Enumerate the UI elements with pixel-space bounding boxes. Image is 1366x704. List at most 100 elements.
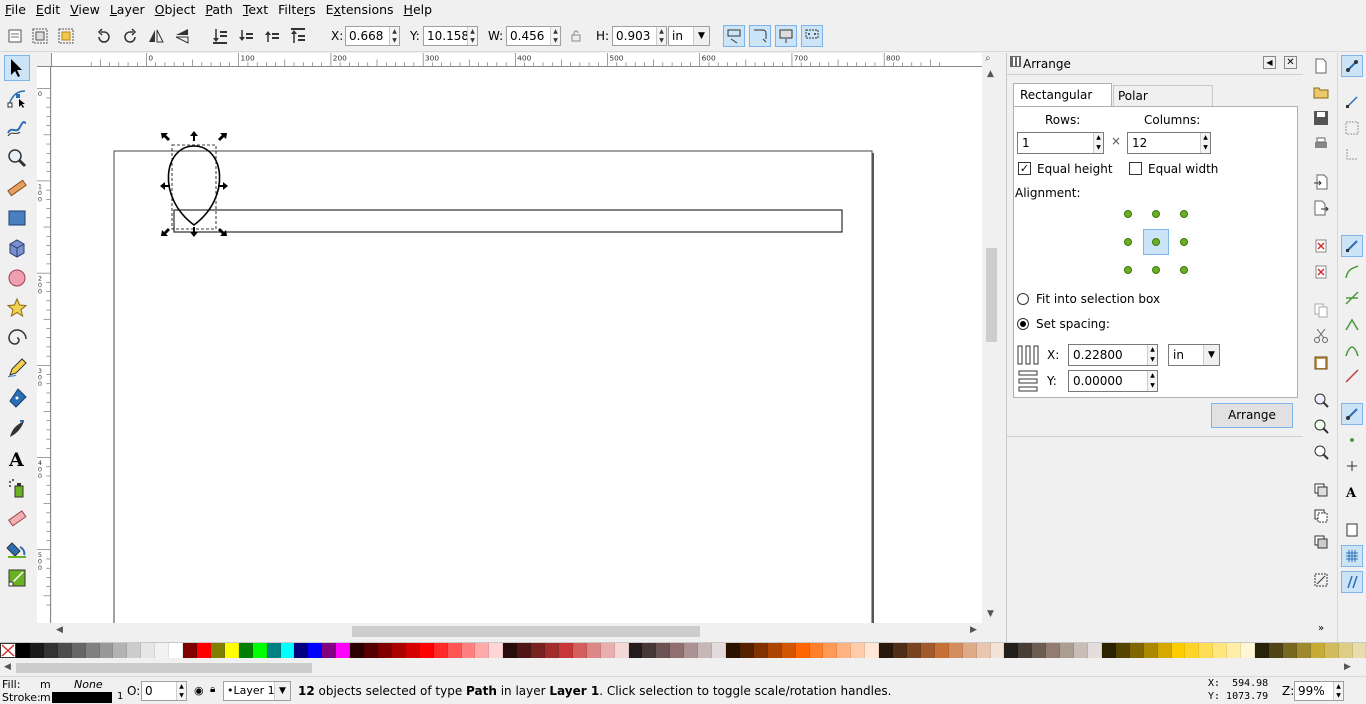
palette-swatch[interactable] (1032, 643, 1046, 658)
spiral-tool-icon[interactable] (4, 325, 30, 351)
palette-swatch[interactable] (225, 643, 239, 658)
palette-swatch[interactable] (726, 643, 740, 658)
spacing-unit-select[interactable]: in▼ (1168, 344, 1220, 366)
snap-bbox-edge-icon[interactable] (1341, 117, 1363, 139)
palette-swatch[interactable] (573, 643, 587, 658)
align-top-right[interactable] (1180, 210, 1188, 218)
palette-swatch[interactable] (448, 643, 462, 658)
palette-swatch[interactable] (1046, 643, 1060, 658)
rotate-ccw-icon[interactable] (93, 25, 115, 47)
zoom-tool-icon[interactable] (4, 145, 30, 171)
palette-swatch[interactable] (935, 643, 949, 658)
star-tool-icon[interactable] (4, 295, 30, 321)
eraser-tool-icon[interactable] (4, 505, 30, 531)
layer-select[interactable]: •Layer 1▼ (223, 681, 291, 701)
snap-intersection-icon[interactable] (1341, 287, 1363, 309)
palette-swatch[interactable] (16, 643, 30, 658)
palette-swatch[interactable] (629, 643, 643, 658)
palette-swatch[interactable] (364, 643, 378, 658)
palette-swatch[interactable] (531, 643, 545, 658)
palette-swatch[interactable] (1353, 643, 1366, 658)
spray-tool-icon[interactable] (4, 475, 30, 501)
palette-swatch[interactable] (44, 643, 58, 658)
pen-tool-icon[interactable] (4, 385, 30, 411)
palette-swatch[interactable] (392, 643, 406, 658)
palette-swatch[interactable] (1269, 643, 1283, 658)
palette-swatch[interactable] (1102, 643, 1116, 658)
horizontal-scroll-thumb[interactable] (352, 626, 700, 637)
tab-rectangular-grid[interactable]: Rectangular grid (1013, 83, 1112, 107)
palette-swatch[interactable] (949, 643, 963, 658)
collapse-dialog-icon[interactable]: ◀ (1263, 56, 1276, 69)
zoom-corner-icon[interactable]: ⌕ (985, 53, 991, 64)
canvas-vertical-scrollbar[interactable]: ⌕ ▲ ▼ (983, 53, 1000, 623)
canvas-horizontal-scrollbar[interactable]: ◀ ▶ (52, 623, 1000, 640)
opacity-input[interactable]: 0▲▼ (141, 681, 187, 701)
palette-swatch[interactable] (1311, 643, 1325, 658)
palette-swatch[interactable] (740, 643, 754, 658)
clone-icon[interactable] (1310, 505, 1332, 527)
columns-input[interactable]: 12▲▼ (1127, 132, 1211, 154)
align-top-center[interactable] (1152, 210, 1160, 218)
align-middle-left[interactable] (1124, 238, 1132, 246)
selector-tool-icon[interactable] (4, 55, 30, 81)
menu-help[interactable]: Help (399, 0, 438, 20)
select-all-layers-icon[interactable] (29, 25, 51, 47)
align-center-selected[interactable] (1143, 229, 1169, 255)
tab-polar-coordinates[interactable]: Polar Coordinates (1113, 85, 1213, 107)
snap-page-border-icon[interactable] (1341, 519, 1363, 541)
palette-swatch[interactable] (545, 643, 559, 658)
palette-scroll-left[interactable]: ◀ (4, 662, 11, 672)
menu-view[interactable]: View (65, 0, 105, 20)
palette-swatch[interactable] (336, 643, 350, 658)
fit-selection-radio[interactable] (1017, 293, 1029, 305)
palette-swatch[interactable] (963, 643, 977, 658)
palette-scroll-right[interactable]: ▶ (1344, 662, 1351, 672)
snap-enable-icon[interactable] (1341, 55, 1363, 77)
palette-swatch[interactable] (615, 643, 629, 658)
snap-cusp-icon[interactable] (1341, 313, 1363, 335)
gradient-tool-icon[interactable] (4, 565, 30, 591)
palette-swatch[interactable] (517, 643, 531, 658)
pencil-tool-icon[interactable] (4, 355, 30, 381)
rectangle-tool-icon[interactable] (4, 205, 30, 231)
snap-bbox-icon[interactable] (1341, 91, 1363, 113)
layer-visibility-icon[interactable]: ◉ (194, 684, 204, 697)
align-bottom-center[interactable] (1152, 266, 1160, 274)
3d-box-tool-icon[interactable] (4, 235, 30, 261)
snap-center-icon[interactable] (1341, 429, 1363, 451)
menu-text[interactable]: Text (238, 0, 273, 20)
ellipse-tool-icon[interactable] (4, 265, 30, 291)
menu-extensions[interactable]: Extensions (321, 0, 399, 20)
zoom-selection-icon[interactable] (1310, 389, 1332, 411)
palette-swatch[interactable] (462, 643, 476, 658)
palette-swatch[interactable] (796, 643, 810, 658)
spacing-x-input[interactable]: 0.22800▲▼ (1068, 344, 1158, 366)
y-input[interactable]: 10.158▲▼ (423, 26, 478, 46)
palette-swatch[interactable] (754, 643, 768, 658)
palette-swatch[interactable] (1297, 643, 1311, 658)
unit-select[interactable]: in▼ (668, 26, 710, 46)
palette-swatch[interactable] (907, 643, 921, 658)
palette-swatch[interactable] (1199, 643, 1213, 658)
palette-swatch[interactable] (1158, 643, 1172, 658)
snap-bbox-corner-icon[interactable] (1341, 143, 1363, 165)
palette-swatch[interactable] (768, 643, 782, 658)
palette-swatch[interactable] (489, 643, 503, 658)
palette-swatch[interactable] (1144, 643, 1158, 658)
paint-bucket-tool-icon[interactable] (4, 535, 30, 561)
palette-swatch[interactable] (782, 643, 796, 658)
import-icon[interactable] (1310, 171, 1332, 193)
set-spacing-radio[interactable] (1017, 318, 1029, 330)
palette-swatch[interactable] (810, 643, 824, 658)
palette-swatch[interactable] (86, 643, 100, 658)
move-patterns-icon[interactable] (801, 25, 823, 47)
palette-swatch[interactable] (308, 643, 322, 658)
palette-swatch[interactable] (113, 643, 127, 658)
snap-midpoint-icon[interactable] (1341, 365, 1363, 387)
close-dialog-icon[interactable]: ✕ (1284, 56, 1297, 69)
palette-swatch[interactable] (406, 643, 420, 658)
flip-vertical-icon[interactable] (171, 25, 193, 47)
snap-text-baseline-icon[interactable]: A (1341, 481, 1363, 503)
palette-swatch[interactable] (183, 643, 197, 658)
